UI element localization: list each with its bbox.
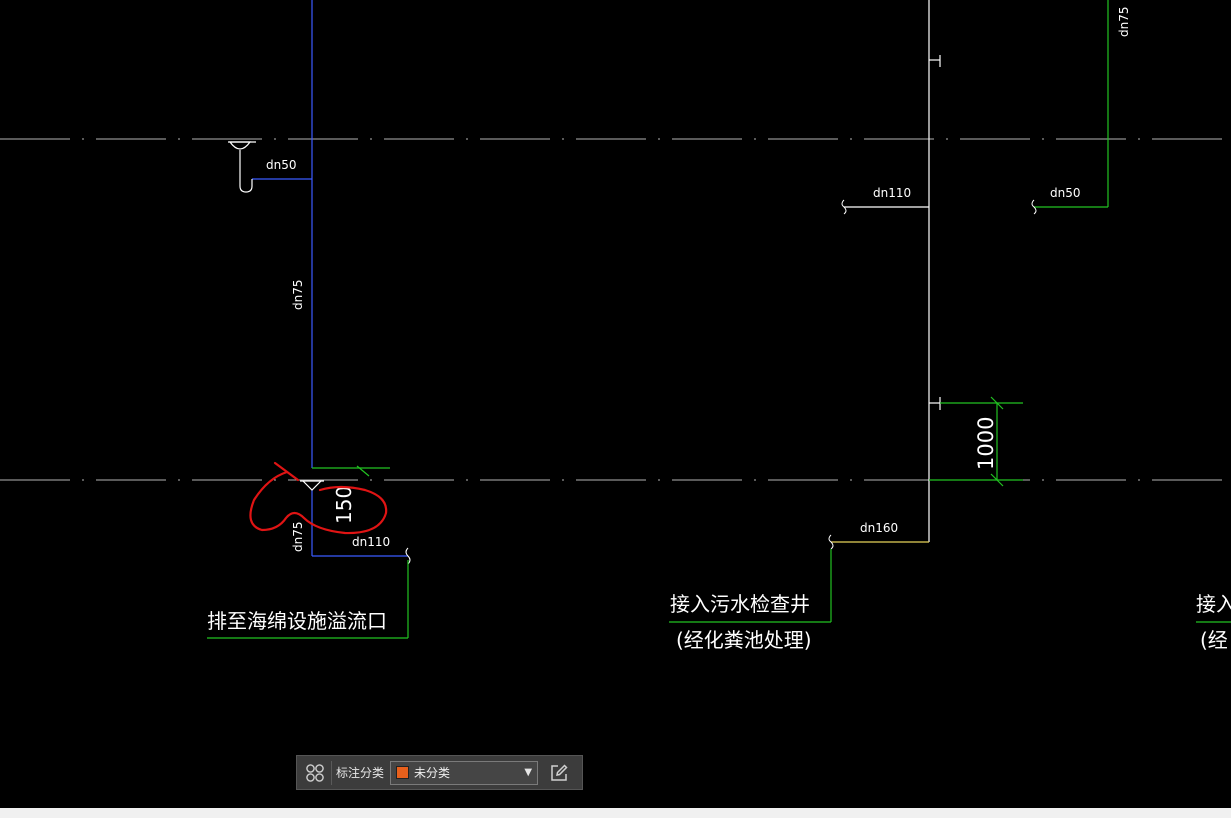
category-color-swatch <box>396 766 410 779</box>
note-mid-outlet: 接入污水检查井 <box>670 592 810 616</box>
toolbar-divider <box>331 760 332 785</box>
label-left-outlet-dn110: dn110 <box>352 535 390 549</box>
middle-drain-system <box>669 0 1023 623</box>
category-selected-value: 未分类 <box>414 766 451 780</box>
cad-drawing-canvas[interactable]: dn75 dn50 dn75 dn110 dn50 dn75 dn110 dn1… <box>0 0 1231 808</box>
note-left-outlet: 排至海绵设施溢流口 <box>207 609 387 633</box>
chevron-down-icon: ▼ <box>524 767 533 778</box>
dimension-1000: 1000 <box>974 417 998 470</box>
category-dropdown[interactable]: 未分类 ▼ <box>390 760 539 785</box>
label-right-branch-dn50: dn50 <box>1050 186 1081 200</box>
note-right-outlet-partial: 接入 <box>1196 592 1231 616</box>
label-top-right-dn75: dn75 <box>1117 7 1131 38</box>
edit-icon[interactable] <box>544 759 574 787</box>
label-left-branch-dn50: dn50 <box>266 158 297 172</box>
grid-icon[interactable] <box>301 759 329 787</box>
dimension-150: 150 <box>332 486 356 524</box>
label-left-lower-dn75: dn75 <box>291 522 305 553</box>
annotation-category-toolbar: 标注分类 未分类 ▼ <box>296 755 583 790</box>
label-mid-branch-dn110: dn110 <box>873 186 911 200</box>
status-bar <box>0 808 1231 818</box>
note-right-outlet-sub-partial: (经 <box>1200 628 1228 652</box>
category-label: 标注分类 <box>336 766 385 780</box>
label-mid-outlet-dn160: dn160 <box>860 521 898 535</box>
label-left-riser-dn75: dn75 <box>291 280 305 311</box>
note-mid-outlet-sub: (经化粪池处理) <box>676 628 812 652</box>
right-drain-system <box>1031 0 1231 623</box>
